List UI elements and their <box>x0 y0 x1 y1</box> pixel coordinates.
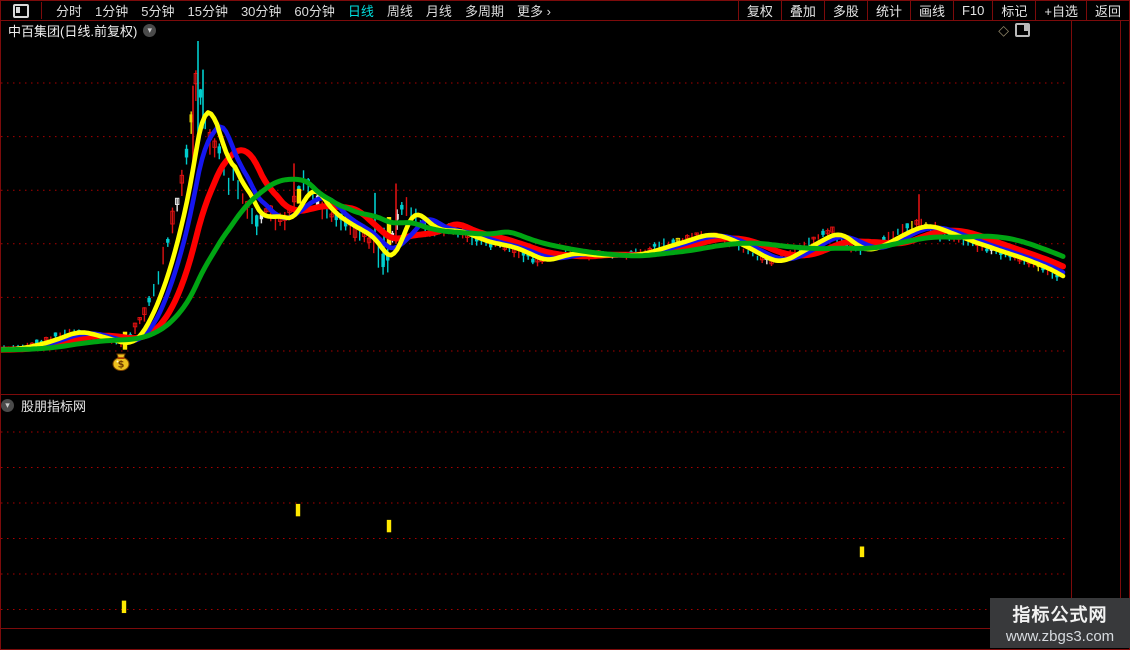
button-画线[interactable]: 画线 <box>909 1 953 20</box>
candle-body <box>821 230 825 235</box>
tab-周线[interactable]: 周线 <box>387 1 413 20</box>
candle-body <box>255 215 259 227</box>
candle-body <box>882 236 886 241</box>
signal-tick <box>296 188 302 204</box>
indicator-panel-title: 股朋指标网 <box>21 398 87 414</box>
tab-60分钟[interactable]: 60分钟 <box>294 1 334 20</box>
candle-body <box>652 244 657 247</box>
tab-月线[interactable]: 月线 <box>426 1 452 20</box>
signal-tick <box>295 503 301 517</box>
indicator-line-chart[interactable] <box>1 414 1072 649</box>
tab-日线[interactable]: 日线 <box>348 1 374 20</box>
button-统计[interactable]: 统计 <box>866 1 910 20</box>
tab-1分钟[interactable]: 1分钟 <box>95 1 128 20</box>
candle-body <box>166 238 170 243</box>
button-复权[interactable]: 复权 <box>737 1 781 20</box>
tab-5分钟[interactable]: 5分钟 <box>141 1 174 20</box>
axis-left-border <box>1071 20 1072 629</box>
candle-body <box>53 332 58 337</box>
signal-tick <box>386 519 392 533</box>
indicator-value-badge <box>1072 0 1116 15</box>
signal-tick <box>859 546 865 558</box>
candle-body <box>147 297 151 303</box>
money-bag-icon: $ <box>112 353 130 371</box>
main-candlestick-chart[interactable]: $ <box>0 38 1072 398</box>
tab-30分钟[interactable]: 30分钟 <box>241 1 281 20</box>
button-标记[interactable]: 标记 <box>992 1 1035 20</box>
candle-body <box>531 258 535 263</box>
watermark-url: www.zbgs3.com <box>1005 628 1115 645</box>
candle-body <box>985 248 989 252</box>
button-F10[interactable]: F10 <box>952 1 992 20</box>
tab-更多 ›[interactable]: 更多 › <box>517 1 551 20</box>
clipped-right-panel <box>1121 20 1129 629</box>
diamond-marker-icon[interactable]: ◇ <box>998 23 1009 37</box>
trading-app-window: 分时 1分钟 5分钟 15分钟 30分钟 60分钟 日线 周线 月线 多周期 更多 › 复权 叠加 多股… <box>0 0 1130 650</box>
chart-title-bar: 中百集团(日线.前复权) ▾ ◇ <box>1 20 1070 40</box>
candle-body <box>198 89 203 98</box>
toolbar-right-buttons: 复权 叠加 多股 统计 画线 F10 标记 +自选 返回 <box>737 1 1129 20</box>
signal-tick <box>121 600 127 614</box>
stock-title: 中百集团(日线.前复权) <box>8 23 138 39</box>
watermark: 指标公式网 www.zbgs3.com <box>990 598 1130 648</box>
candle-body <box>217 146 221 154</box>
tab-15分钟[interactable]: 15分钟 <box>187 1 227 20</box>
tab-分时[interactable]: 分时 <box>56 1 82 20</box>
button-叠加[interactable]: 叠加 <box>780 1 824 20</box>
candle-body <box>400 204 404 210</box>
indicator-panel-header: ▾ 股朋指标网 <box>1 396 86 414</box>
layout-panel-icon[interactable] <box>13 3 29 18</box>
chevron-down-icon[interactable]: ▾ <box>1 398 14 412</box>
top-toolbar: 分时 1分钟 5分钟 15分钟 30分钟 60分钟 日线 周线 月线 多周期 更多 › 复权 叠加 多股… <box>1 1 1129 20</box>
watermark-title: 指标公式网 <box>1012 605 1108 625</box>
panel-divider <box>1 394 1121 395</box>
svg-text:$: $ <box>118 360 125 371</box>
button-多股[interactable]: 多股 <box>823 1 867 20</box>
toolbar-bottom-border <box>1 20 1129 21</box>
time-axis <box>1 629 1129 649</box>
candle-body <box>905 223 909 229</box>
period-tabs: 分时 1分钟 5分钟 15分钟 30分钟 60分钟 日线 周线 月线 多周期 更多 › <box>56 1 551 20</box>
tab-多周期[interactable]: 多周期 <box>465 1 504 20</box>
candle-body <box>184 148 189 158</box>
panel-toggle-icon[interactable] <box>1015 23 1030 37</box>
chevron-down-icon[interactable]: ▾ <box>143 23 157 37</box>
toolbar-divider <box>41 2 42 19</box>
